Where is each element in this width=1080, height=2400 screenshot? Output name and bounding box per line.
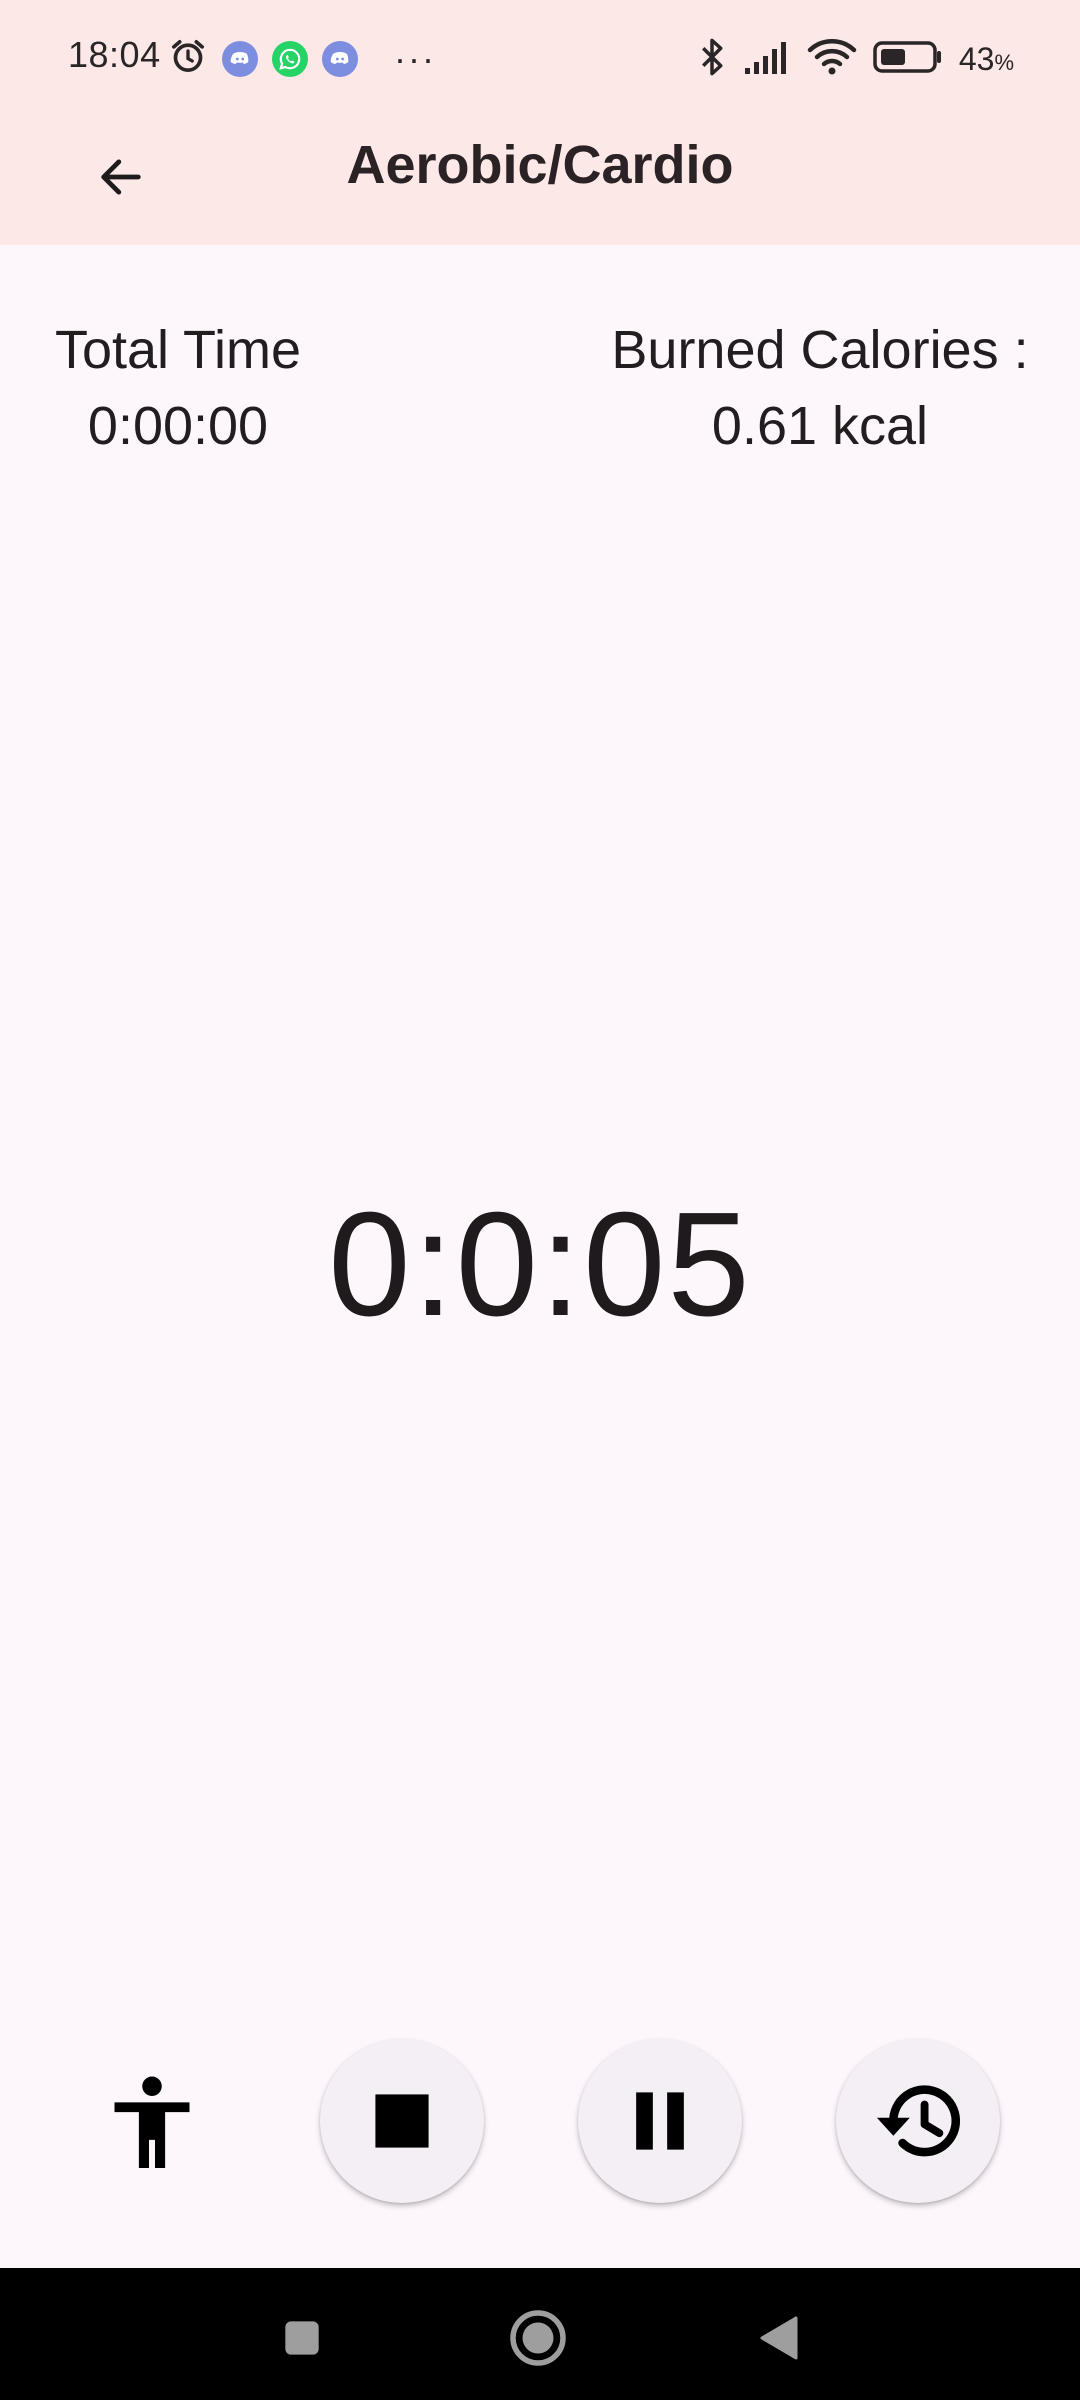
discord-icon — [322, 40, 358, 77]
burned-calories-label: Burned Calories : — [611, 320, 1029, 380]
workout-controls — [0, 2035, 1080, 2205]
history-icon — [876, 2085, 961, 2157]
system-back-button[interactable] — [748, 2308, 808, 2368]
pause-icon — [636, 2092, 684, 2150]
status-time: 18:04 — [68, 34, 161, 75]
exercise-type-button[interactable] — [102, 2073, 202, 2173]
total-time-value: 0:00:00 — [87, 396, 269, 456]
workout-timer: 0:0:05 — [328, 1182, 752, 1347]
burned-calories-value: 0.61 kcal — [711, 396, 929, 456]
back-icon — [760, 2316, 798, 2360]
discord-icon — [222, 40, 258, 77]
battery-percent: 43% — [958, 41, 1014, 77]
battery-icon — [873, 40, 943, 79]
home-icon — [510, 2310, 566, 2366]
page-title: Aerobic/Cardio — [346, 135, 734, 195]
more-notifications-icon: ··· — [394, 37, 436, 79]
history-button[interactable] — [836, 2039, 1000, 2203]
signal-icon — [743, 40, 791, 79]
whatsapp-icon — [272, 40, 308, 77]
recents-button[interactable] — [272, 2308, 332, 2368]
top-app-bar: Aerobic/Cardio — [0, 118, 1080, 245]
stop-icon — [375, 2094, 429, 2148]
system-icons: 43% — [697, 36, 1014, 83]
stop-button[interactable] — [320, 2039, 484, 2203]
bluetooth-icon — [697, 36, 727, 83]
total-time-label: Total Time — [54, 320, 302, 380]
home-button[interactable] — [508, 2308, 568, 2368]
notification-icons: ··· — [168, 36, 436, 81]
status-bar: 18:04 ··· 43% — [0, 0, 1080, 118]
alarm-icon — [168, 36, 208, 81]
wifi-icon — [807, 38, 857, 81]
accessibility-icon — [114, 2076, 190, 2168]
burned-calories-stat: Burned Calories : 0.61 kcal — [590, 314, 1050, 466]
total-time-stat: Total Time 0:00:00 — [30, 314, 326, 466]
pause-button[interactable] — [578, 2039, 742, 2203]
system-navigation-bar — [0, 2268, 1080, 2400]
recents-icon — [285, 2321, 319, 2355]
